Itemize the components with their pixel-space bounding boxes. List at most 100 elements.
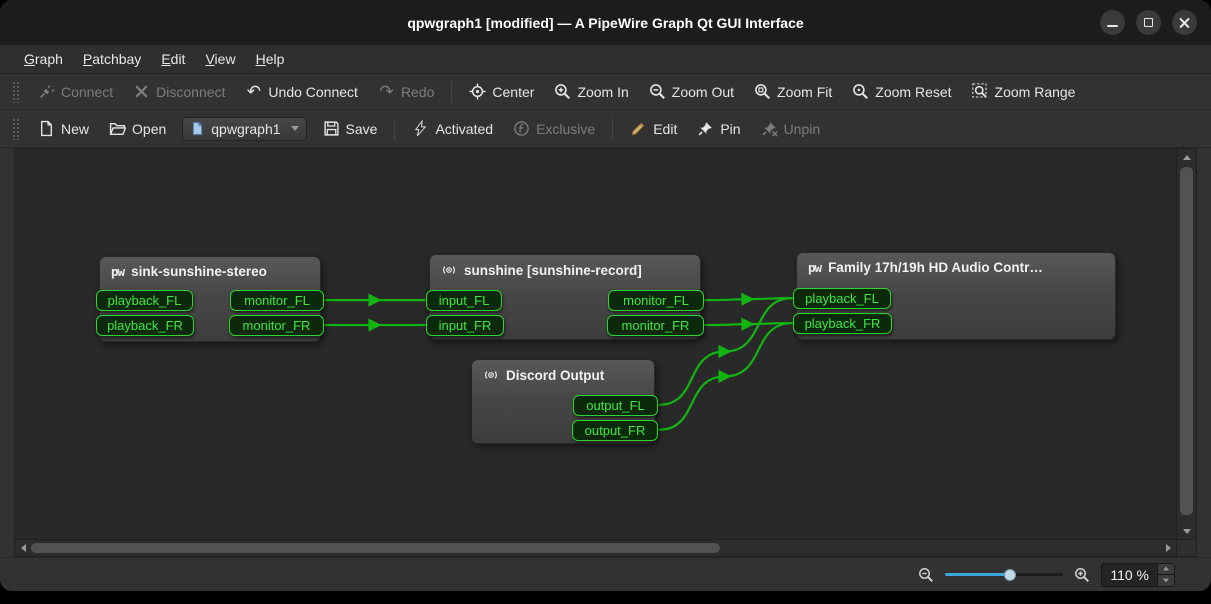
save-icon xyxy=(323,120,340,137)
scrollbar-corner xyxy=(1176,539,1196,556)
close-button[interactable] xyxy=(1172,10,1197,35)
disconnect-button[interactable]: Disconnect xyxy=(123,79,235,104)
node-family-hd-audio-controller[interactable]: pw Family 17h/19h HD Audio Contr… playba… xyxy=(796,252,1116,340)
minimize-button[interactable] xyxy=(1100,10,1125,35)
horizontal-scrollbar[interactable] xyxy=(15,539,1176,556)
vertical-scrollbar-thumb[interactable] xyxy=(1180,167,1193,515)
patchbay-selector[interactable]: qpwgraph1 xyxy=(182,117,306,141)
save-button[interactable]: Save xyxy=(313,116,388,141)
unpin-button[interactable]: Unpin xyxy=(751,116,831,141)
activated-button[interactable]: Activated xyxy=(402,116,503,141)
node-title-bar: pw sink-sunshine-stereo xyxy=(100,257,320,286)
port-monitor_FL[interactable]: monitor_FL xyxy=(230,290,324,311)
port-playback_FR[interactable]: playback_FR xyxy=(96,315,194,336)
pin-button[interactable]: Pin xyxy=(687,116,750,141)
maximize-button[interactable] xyxy=(1136,10,1161,35)
patchbay-file-icon xyxy=(190,121,205,136)
zoom-spin-up-button[interactable] xyxy=(1158,564,1174,575)
port-monitor_FR[interactable]: monitor_FR xyxy=(229,315,324,336)
zoom-range-button[interactable]: Zoom Range xyxy=(962,79,1086,104)
menu-view[interactable]: View xyxy=(195,48,245,70)
vertical-scrollbar-track[interactable] xyxy=(1177,165,1196,523)
content-area: pw sink-sunshine-stereo playback_FL play… xyxy=(0,148,1211,557)
arrow-down-icon xyxy=(1163,578,1169,582)
pencil-icon xyxy=(630,120,647,137)
menu-bar: Graph Patchbay Edit View Help xyxy=(0,45,1211,74)
scroll-down-button[interactable] xyxy=(1177,523,1196,539)
open-button[interactable]: Open xyxy=(99,116,176,141)
vertical-scrollbar[interactable] xyxy=(1176,149,1196,539)
node-title: sunshine [sunshine-record] xyxy=(464,263,642,278)
menu-help[interactable]: Help xyxy=(246,48,295,70)
graph-toolbar: Connect Disconnect ↶ Undo Connect ↷ Redo… xyxy=(0,74,1211,110)
node-discord-output[interactable]: Discord Output output_FL output_FR xyxy=(471,359,655,444)
graph-canvas[interactable]: pw sink-sunshine-stereo playback_FL play… xyxy=(15,149,1176,539)
maximize-icon xyxy=(1144,18,1153,27)
port-playback_FL[interactable]: playback_FL xyxy=(96,290,193,311)
connections-layer xyxy=(15,149,1176,539)
zoom-fit-button[interactable]: Zoom Fit xyxy=(744,79,842,104)
horizontal-scrollbar-track[interactable] xyxy=(31,540,1160,556)
menu-graph[interactable]: Graph xyxy=(14,48,73,70)
zoom-reset-icon xyxy=(852,83,869,100)
dropdown-arrow-icon xyxy=(291,126,299,131)
center-button[interactable]: Center xyxy=(459,79,544,104)
exclusive-button[interactable]: Exclusive xyxy=(503,116,605,141)
zoom-in-button[interactable]: Zoom In xyxy=(544,79,638,104)
menu-patchbay[interactable]: Patchbay xyxy=(73,48,151,70)
arrow-right-icon xyxy=(1166,544,1171,552)
zoom-slider[interactable] xyxy=(945,567,1063,583)
connect-button[interactable]: Connect xyxy=(28,79,123,104)
zoom-fit-icon xyxy=(754,83,771,100)
arrow-left-icon xyxy=(21,544,26,552)
patchbay-toolbar: New Open qpwgraph1 Save Activated Exclus… xyxy=(0,110,1211,148)
undo-connect-label: Undo Connect xyxy=(268,84,358,100)
port-playback_FL[interactable]: playback_FL xyxy=(793,288,891,309)
scroll-left-button[interactable] xyxy=(15,540,31,556)
new-file-icon xyxy=(38,120,55,137)
redo-button[interactable]: ↷ Redo xyxy=(368,79,444,104)
undo-connect-button[interactable]: ↶ Undo Connect xyxy=(235,79,368,104)
zoom-range-label: Zoom Range xyxy=(995,84,1076,100)
node-sink-sunshine-stereo[interactable]: pw sink-sunshine-stereo playback_FL play… xyxy=(99,256,321,342)
node-title-bar: Discord Output xyxy=(472,360,654,390)
menu-edit[interactable]: Edit xyxy=(151,48,195,70)
new-button[interactable]: New xyxy=(28,116,99,141)
zoom-out-status-icon[interactable] xyxy=(918,567,934,583)
zoom-value[interactable]: 110 % xyxy=(1102,564,1157,586)
toolbar-drag-handle[interactable] xyxy=(12,81,19,103)
scroll-right-button[interactable] xyxy=(1160,540,1176,556)
redo-arrow-icon: ↷ xyxy=(378,83,395,100)
port-monitor_FR[interactable]: monitor_FR xyxy=(607,315,704,336)
port-monitor_FL[interactable]: monitor_FL xyxy=(608,290,704,311)
zoom-in-status-icon[interactable] xyxy=(1074,567,1090,583)
unpin-icon xyxy=(761,120,778,137)
toolbar-drag-handle[interactable] xyxy=(12,118,19,140)
port-input_FL[interactable]: input_FL xyxy=(426,290,502,311)
activated-label: Activated xyxy=(435,121,493,137)
port-input_FR[interactable]: input_FR xyxy=(426,315,504,336)
scroll-up-button[interactable] xyxy=(1177,149,1196,165)
zoom-slider-handle[interactable] xyxy=(1004,569,1016,581)
zoom-in-label: Zoom In xyxy=(577,84,628,100)
horizontal-scrollbar-thumb[interactable] xyxy=(31,543,720,553)
connect-label: Connect xyxy=(61,84,113,100)
node-title-bar: sunshine [sunshine-record] xyxy=(430,255,700,285)
app-window: qpwgraph1 [modified] — A PipeWire Graph … xyxy=(0,0,1211,591)
port-output_FR[interactable]: output_FR xyxy=(572,420,658,441)
zoom-reset-button[interactable]: Zoom Reset xyxy=(842,79,961,104)
disconnect-icon xyxy=(133,83,150,100)
zoom-reset-label: Zoom Reset xyxy=(875,84,951,100)
zoom-out-button[interactable]: Zoom Out xyxy=(639,79,744,104)
redo-label: Redo xyxy=(401,84,434,100)
zoom-spinbox[interactable]: 110 % xyxy=(1101,563,1175,587)
graph-view-frame: pw sink-sunshine-stereo playback_FL play… xyxy=(14,148,1197,557)
port-output_FL[interactable]: output_FL xyxy=(573,395,658,416)
port-playback_FR[interactable]: playback_FR xyxy=(793,313,892,334)
zoom-spin-down-button[interactable] xyxy=(1158,574,1174,586)
node-sunshine-record[interactable]: sunshine [sunshine-record] input_FL inpu… xyxy=(429,254,701,340)
title-bar[interactable]: qpwgraph1 [modified] — A PipeWire Graph … xyxy=(0,0,1211,45)
center-target-icon xyxy=(469,83,486,100)
zoom-slider-fill xyxy=(945,573,1010,576)
edit-button[interactable]: Edit xyxy=(620,116,687,141)
